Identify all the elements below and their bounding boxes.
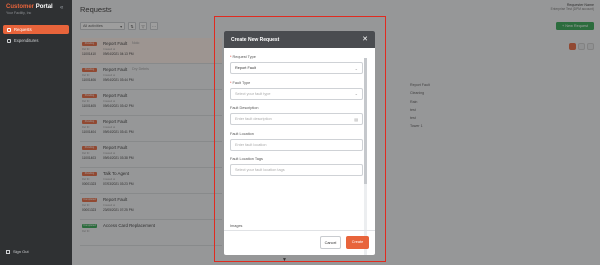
sidebar-item-requests[interactable]: Requests [3, 25, 69, 34]
sidebar-item-label: Expenditures [14, 38, 39, 43]
field-label: Fault Description [230, 106, 363, 110]
field-label: * Request Type [230, 55, 363, 59]
close-icon[interactable]: ✕ [362, 36, 368, 43]
field-label-text: Fault Location Tags [230, 157, 263, 161]
modal-title: Create New Request [231, 36, 280, 43]
modal-header: Create New Request ✕ [224, 31, 375, 48]
form-field: * Fault Type Select your fault type ⌄ [230, 81, 363, 100]
logout-icon [6, 249, 10, 254]
modal-footer: Cancel Create [224, 230, 375, 255]
brand-main: Customer [6, 4, 35, 10]
chevron-down-icon: ⌄ [354, 65, 358, 71]
modal-scrollbar[interactable] [364, 58, 367, 255]
sign-out-link[interactable]: Sign Out [6, 249, 29, 254]
brand-logo: Customer Portal Your Facility, Inc [6, 4, 53, 15]
images-label: Images [230, 224, 243, 228]
chevron-down-icon: ⌄ [354, 91, 358, 96]
modal-form: * Request Type Report Fault ⌄ * Fault Type S… [230, 55, 363, 183]
down-arrow-icon: ▼ [282, 257, 287, 263]
form-field: Fault Location Enter fault location [230, 132, 363, 151]
field-input[interactable]: Select your fault location tags [230, 164, 363, 176]
sidebar: Customer Portal Your Facility, Inc « Req… [0, 0, 72, 265]
field-value: Select your fault type [235, 91, 271, 96]
field-label: Fault Location [230, 132, 363, 136]
sidebar-item-label: Requests [14, 27, 32, 32]
field-input[interactable]: Enter fault location [230, 138, 363, 151]
field-label: * Fault Type [230, 81, 363, 85]
field-label: Fault Location Tags [230, 157, 363, 161]
brand-accent: Portal [35, 4, 53, 10]
create-button[interactable]: Create [346, 236, 369, 249]
field-label-text: Fault Location [230, 131, 254, 136]
expenditures-icon [7, 38, 11, 43]
brand-subtitle: Your Facility, Inc [6, 11, 32, 15]
field-select[interactable]: Select your fault type ⌄ [230, 87, 363, 100]
collapse-sidebar-icon[interactable]: « [60, 5, 63, 11]
field-value: Enter fault location [235, 142, 267, 147]
modal-scrollbar-thumb[interactable] [364, 58, 367, 184]
requests-icon [7, 27, 11, 32]
sign-out-label: Sign Out [13, 249, 29, 254]
field-label-text: Fault Description [230, 106, 259, 110]
field-label-text: Fault Type [232, 80, 251, 85]
create-request-modal: Create New Request ✕ * Request Type Repor… [224, 31, 375, 255]
form-field: Fault Description Enter fault description… [230, 106, 363, 125]
form-field: Fault Location Tags Select your fault loc… [230, 157, 363, 176]
field-input[interactable]: Enter fault description ▤ [230, 113, 363, 125]
sidebar-item-expenditures[interactable]: Expenditures [3, 36, 69, 45]
field-value: Enter fault description [235, 117, 272, 121]
cancel-button[interactable]: Cancel [320, 236, 341, 249]
text-editor-icon: ▤ [354, 116, 358, 122]
field-value: Select your fault location tags [235, 168, 285, 172]
field-select[interactable]: Report Fault ⌄ [230, 62, 363, 74]
field-label-text: Request Type [232, 55, 256, 59]
form-field: * Request Type Report Fault ⌄ [230, 55, 363, 74]
field-value: Report Fault [235, 66, 256, 70]
